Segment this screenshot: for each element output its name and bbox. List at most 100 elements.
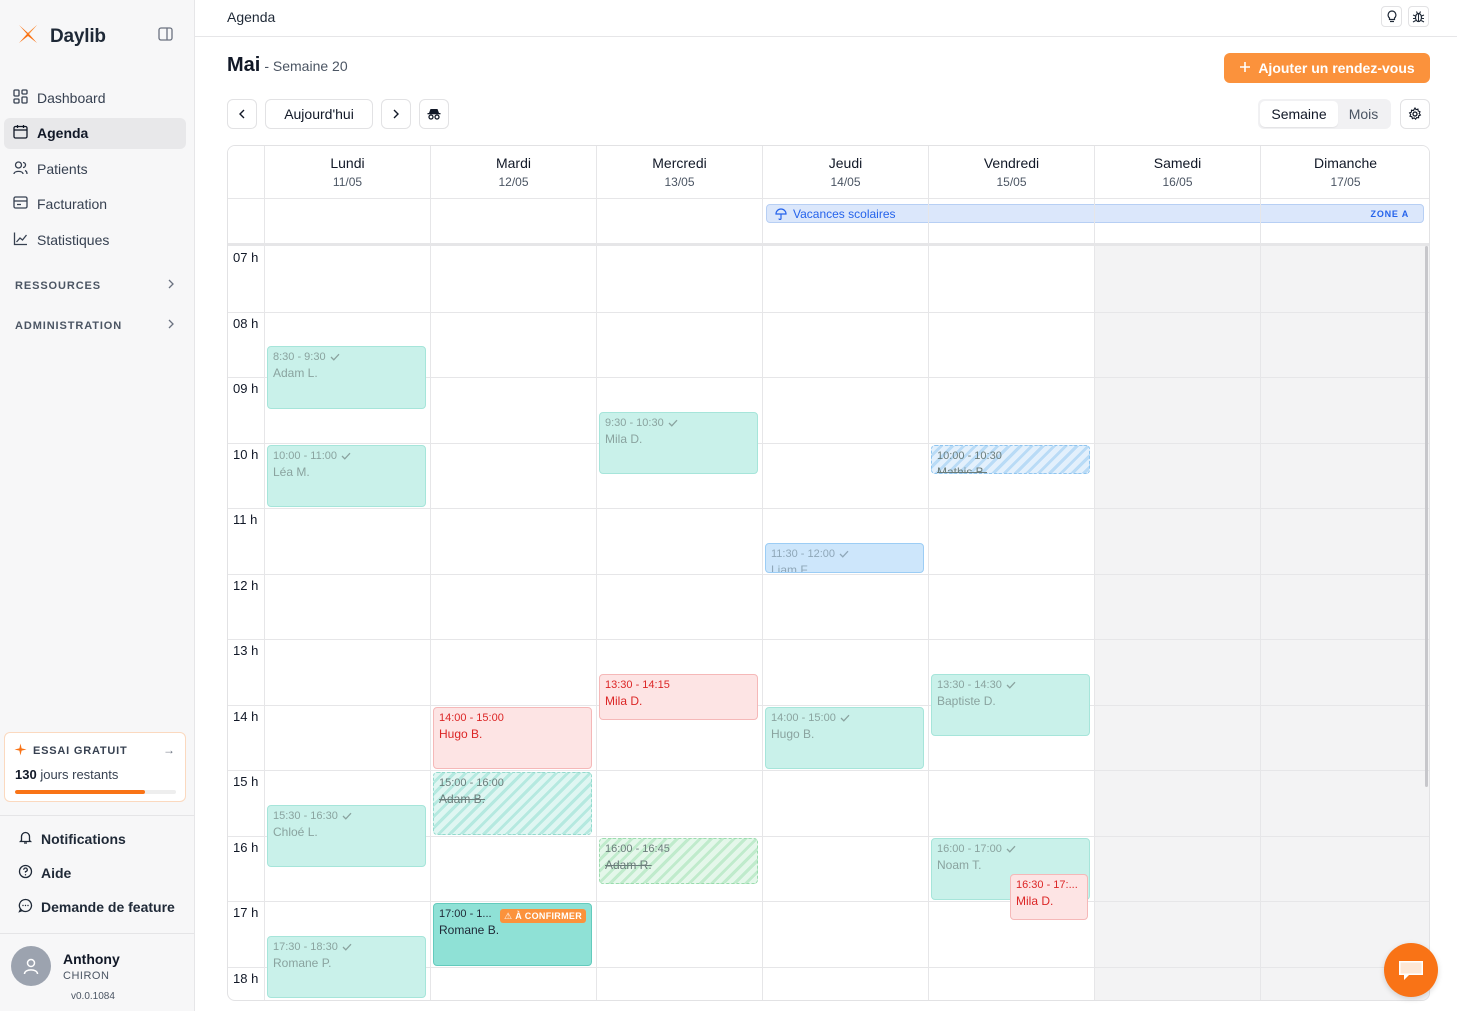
chart-icon — [13, 231, 28, 249]
day-header-friday[interactable]: Vendredi 15/05 — [928, 146, 1094, 199]
chevron-left-icon — [238, 106, 246, 122]
day-name: Samedi — [1153, 155, 1202, 171]
sidebar-collapse-icon[interactable] — [158, 27, 176, 43]
day-header-saturday[interactable]: Samedi 16/05 — [1094, 146, 1260, 199]
day-header-monday[interactable]: Lundi 11/05 — [264, 146, 430, 199]
calendar-scrollbar[interactable] — [1425, 246, 1428, 787]
message-circle-icon — [18, 898, 33, 916]
sidebar-item-facturation[interactable]: Facturation — [4, 189, 186, 220]
day-header-tuesday[interactable]: Mardi 12/05 — [430, 146, 596, 199]
hour-label: 09 h — [233, 381, 259, 396]
plus-icon — [1239, 60, 1251, 76]
check-icon — [1006, 845, 1016, 853]
user-profile[interactable]: Anthony CHIRON — [11, 946, 120, 986]
hour-label: 12 h — [233, 577, 259, 593]
appointment-card[interactable]: 10:00 - 10:30 Mathis B. — [931, 444, 1090, 475]
check-icon — [330, 353, 340, 361]
view-week-button[interactable]: Semaine — [1260, 101, 1338, 127]
appointment-time: 11:30 - 12:00 — [771, 548, 918, 560]
today-button[interactable]: Aujourd'hui — [265, 99, 373, 129]
view-month-button[interactable]: Mois — [1338, 101, 1389, 127]
lightbulb-icon[interactable] — [1381, 6, 1402, 27]
day-column-line — [1094, 199, 1095, 1000]
appointment-card[interactable]: 17:30 - 18:30 Romane P. — [267, 935, 426, 999]
help-link[interactable]: Aide — [18, 864, 71, 882]
bell-icon — [18, 830, 33, 848]
chat-icon — [1399, 961, 1423, 980]
appointment-card[interactable]: 17:00 - 1... Romane B. ⚠ À CONFIRMER — [433, 903, 592, 966]
day-column-line — [264, 199, 265, 1000]
bug-icon[interactable] — [1408, 6, 1429, 27]
appointment-card[interactable]: 8:30 - 9:30 Adam L. — [267, 346, 426, 409]
sidebar-item-statistiques[interactable]: Statistiques — [4, 224, 186, 255]
appointment-time: 10:00 - 11:00 — [273, 450, 420, 462]
sidebar-item-patients[interactable]: Patients — [4, 153, 186, 184]
section-ressources[interactable]: RESSOURCES — [15, 279, 175, 292]
appointment-card[interactable]: 16:30 - 17:... Mila D. — [1010, 873, 1088, 920]
appointment-patient: Léa M. — [273, 464, 310, 479]
appointment-time: 16:00 - 16:45 — [605, 842, 670, 855]
chat-button[interactable] — [1384, 943, 1438, 997]
appointment-patient: Romane B. — [439, 923, 500, 937]
to-confirm-badge: ⚠ À CONFIRMER — [500, 909, 586, 923]
brand[interactable]: Daylib — [16, 22, 106, 51]
help-circle-icon — [18, 864, 33, 882]
trial-card[interactable]: ESSAI GRATUIT → 130 jours restants — [4, 732, 186, 802]
trial-label: ESSAI GRATUIT — [33, 745, 128, 757]
calendar-icon — [13, 124, 28, 142]
incognito-icon[interactable] — [419, 99, 449, 129]
check-icon — [1006, 681, 1016, 689]
day-date: 13/05 — [664, 175, 695, 189]
help-label: Aide — [41, 865, 72, 881]
chevron-right-icon — [167, 279, 175, 292]
appointment-card[interactable]: 11:30 - 12:00 Liam F. — [765, 542, 924, 573]
sidebar: Daylib Dashboard Agenda Patients Factura… — [0, 0, 195, 1011]
sidebar-item-agenda[interactable]: Agenda — [4, 117, 186, 149]
day-header-wednesday[interactable]: Mercredi 13/05 — [596, 146, 762, 199]
day-header-thursday[interactable]: Jeudi 14/05 — [762, 146, 928, 199]
appointment-card[interactable]: 14:00 - 15:00 Hugo B. — [433, 706, 592, 769]
day-header-sunday[interactable]: Dimanche 17/05 — [1260, 146, 1429, 199]
settings-gear-icon[interactable] — [1400, 99, 1430, 129]
appointment-time: 17:30 - 18:30 — [273, 941, 420, 953]
sidebar-item-label: Agenda — [37, 125, 89, 141]
section-administration[interactable]: ADMINISTRATION — [15, 319, 175, 332]
page-title: Agenda — [227, 9, 276, 25]
school-holiday-banner[interactable]: Vacances scolaires ZONE A — [766, 204, 1424, 223]
appointment-card[interactable]: 15:30 - 16:30 Chloé L. — [267, 804, 426, 868]
appointment-patient: Baptiste D. — [937, 693, 996, 708]
weekend-column — [1094, 246, 1260, 1000]
sidebar-item-dashboard[interactable]: Dashboard — [4, 82, 186, 113]
appointment-card[interactable]: 9:30 - 10:30 Mila D. — [599, 411, 758, 475]
appointment-card[interactable]: 13:30 - 14:30 Baptiste D. — [931, 673, 1090, 737]
add-appointment-button[interactable]: Ajouter un rendez-vous — [1224, 53, 1430, 83]
prev-week-button[interactable] — [227, 99, 257, 129]
trial-days-suffix: jours restants — [40, 767, 119, 782]
appointment-patient: Adam R. — [605, 857, 652, 872]
sidebar-item-label: Dashboard — [37, 89, 106, 106]
check-icon — [840, 714, 850, 722]
hour-line — [228, 508, 1429, 509]
hour-line — [228, 770, 1429, 771]
day-date: 16/05 — [1162, 175, 1193, 189]
appointment-card[interactable]: 16:00 - 16:45 Adam R. — [599, 837, 758, 884]
users-icon — [13, 160, 28, 178]
sidebar-divider — [0, 933, 194, 934]
appointment-card[interactable]: 10:00 - 11:00 Léa M. — [267, 444, 426, 507]
appointment-card[interactable]: 15:00 - 16:00 Adam B. — [433, 772, 592, 835]
section-label: RESSOURCES — [15, 279, 102, 292]
week-label: - Semaine 20 — [264, 58, 348, 74]
day-column-line — [596, 199, 597, 1000]
trial-days: 130 jours restants — [15, 767, 118, 782]
day-date: 12/05 — [498, 175, 529, 189]
holiday-label: Vacances scolaires — [793, 206, 896, 221]
appointment-card[interactable]: 13:30 - 14:15 Mila D. — [599, 673, 758, 720]
chevron-right-icon — [392, 106, 400, 122]
notifications-link[interactable]: Notifications — [18, 830, 126, 848]
section-label: ADMINISTRATION — [15, 319, 123, 332]
next-week-button[interactable] — [381, 99, 411, 129]
appointment-patient: Mila D. — [605, 431, 643, 446]
week-calendar: Lundi 11/05 Mardi 12/05 Mercredi 13/05 Jeud… — [227, 145, 1430, 1001]
appointment-card[interactable]: 14:00 - 15:00 Hugo B. — [765, 706, 924, 769]
feature-request-link[interactable]: Demande de feature — [18, 898, 175, 916]
